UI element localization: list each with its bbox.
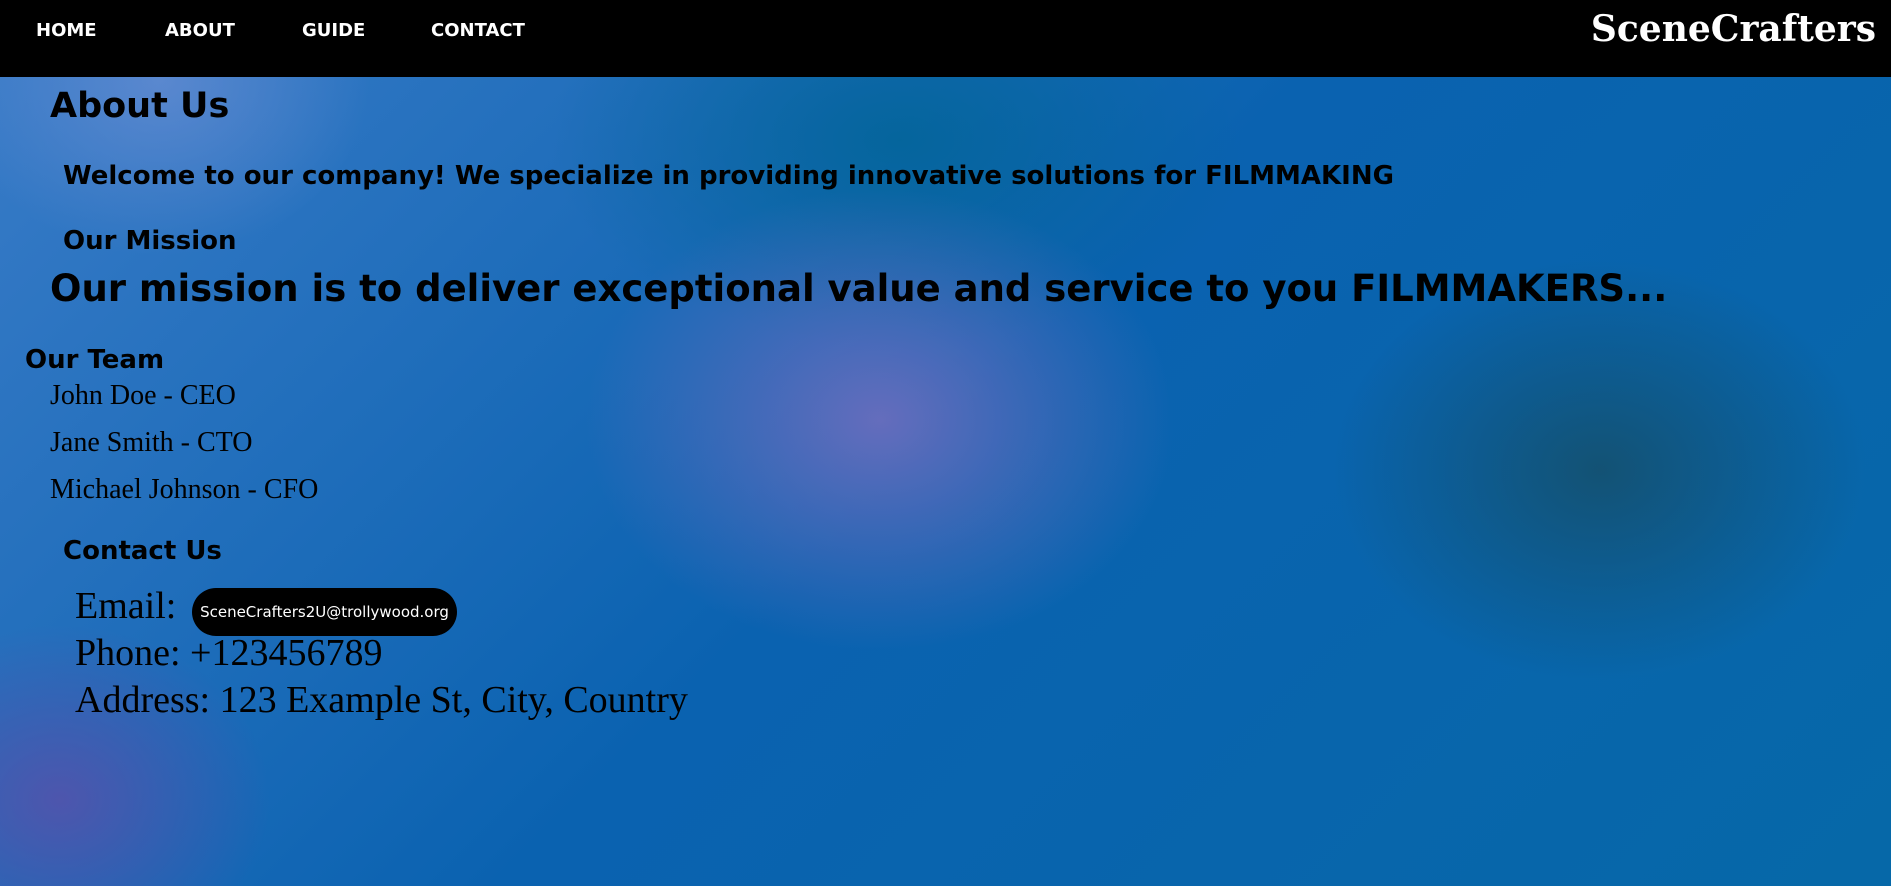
welcome-text: Welcome to our company! We specialize in… [63,161,1394,191]
nav-guide[interactable]: GUIDE [302,20,365,41]
navbar: HOME ABOUT GUIDE CONTACT SceneCrafters [0,0,1891,77]
team-member: Michael Johnson - CFO [50,474,319,505]
phone-text: Phone: +123456789 [75,632,383,674]
team-member: John Doe - CEO [50,380,236,411]
contact-heading: Contact Us [63,536,222,566]
nav-contact[interactable]: CONTACT [431,20,525,41]
mission-text: Our mission is to deliver exceptional va… [50,267,1668,310]
nav-about[interactable]: ABOUT [165,20,235,41]
team-member: Jane Smith - CTO [50,427,253,458]
email-link[interactable]: SceneCrafters2U@trollywood.org [192,588,457,636]
page-title: About Us [50,86,230,126]
brand-logo[interactable]: SceneCrafters [1591,8,1876,50]
address-text: Address: 123 Example St, City, Country [75,679,688,721]
mission-heading: Our Mission [63,226,237,256]
nav-home[interactable]: HOME [36,20,97,41]
email-label: Email: [75,585,177,627]
team-heading: Our Team [25,345,165,375]
